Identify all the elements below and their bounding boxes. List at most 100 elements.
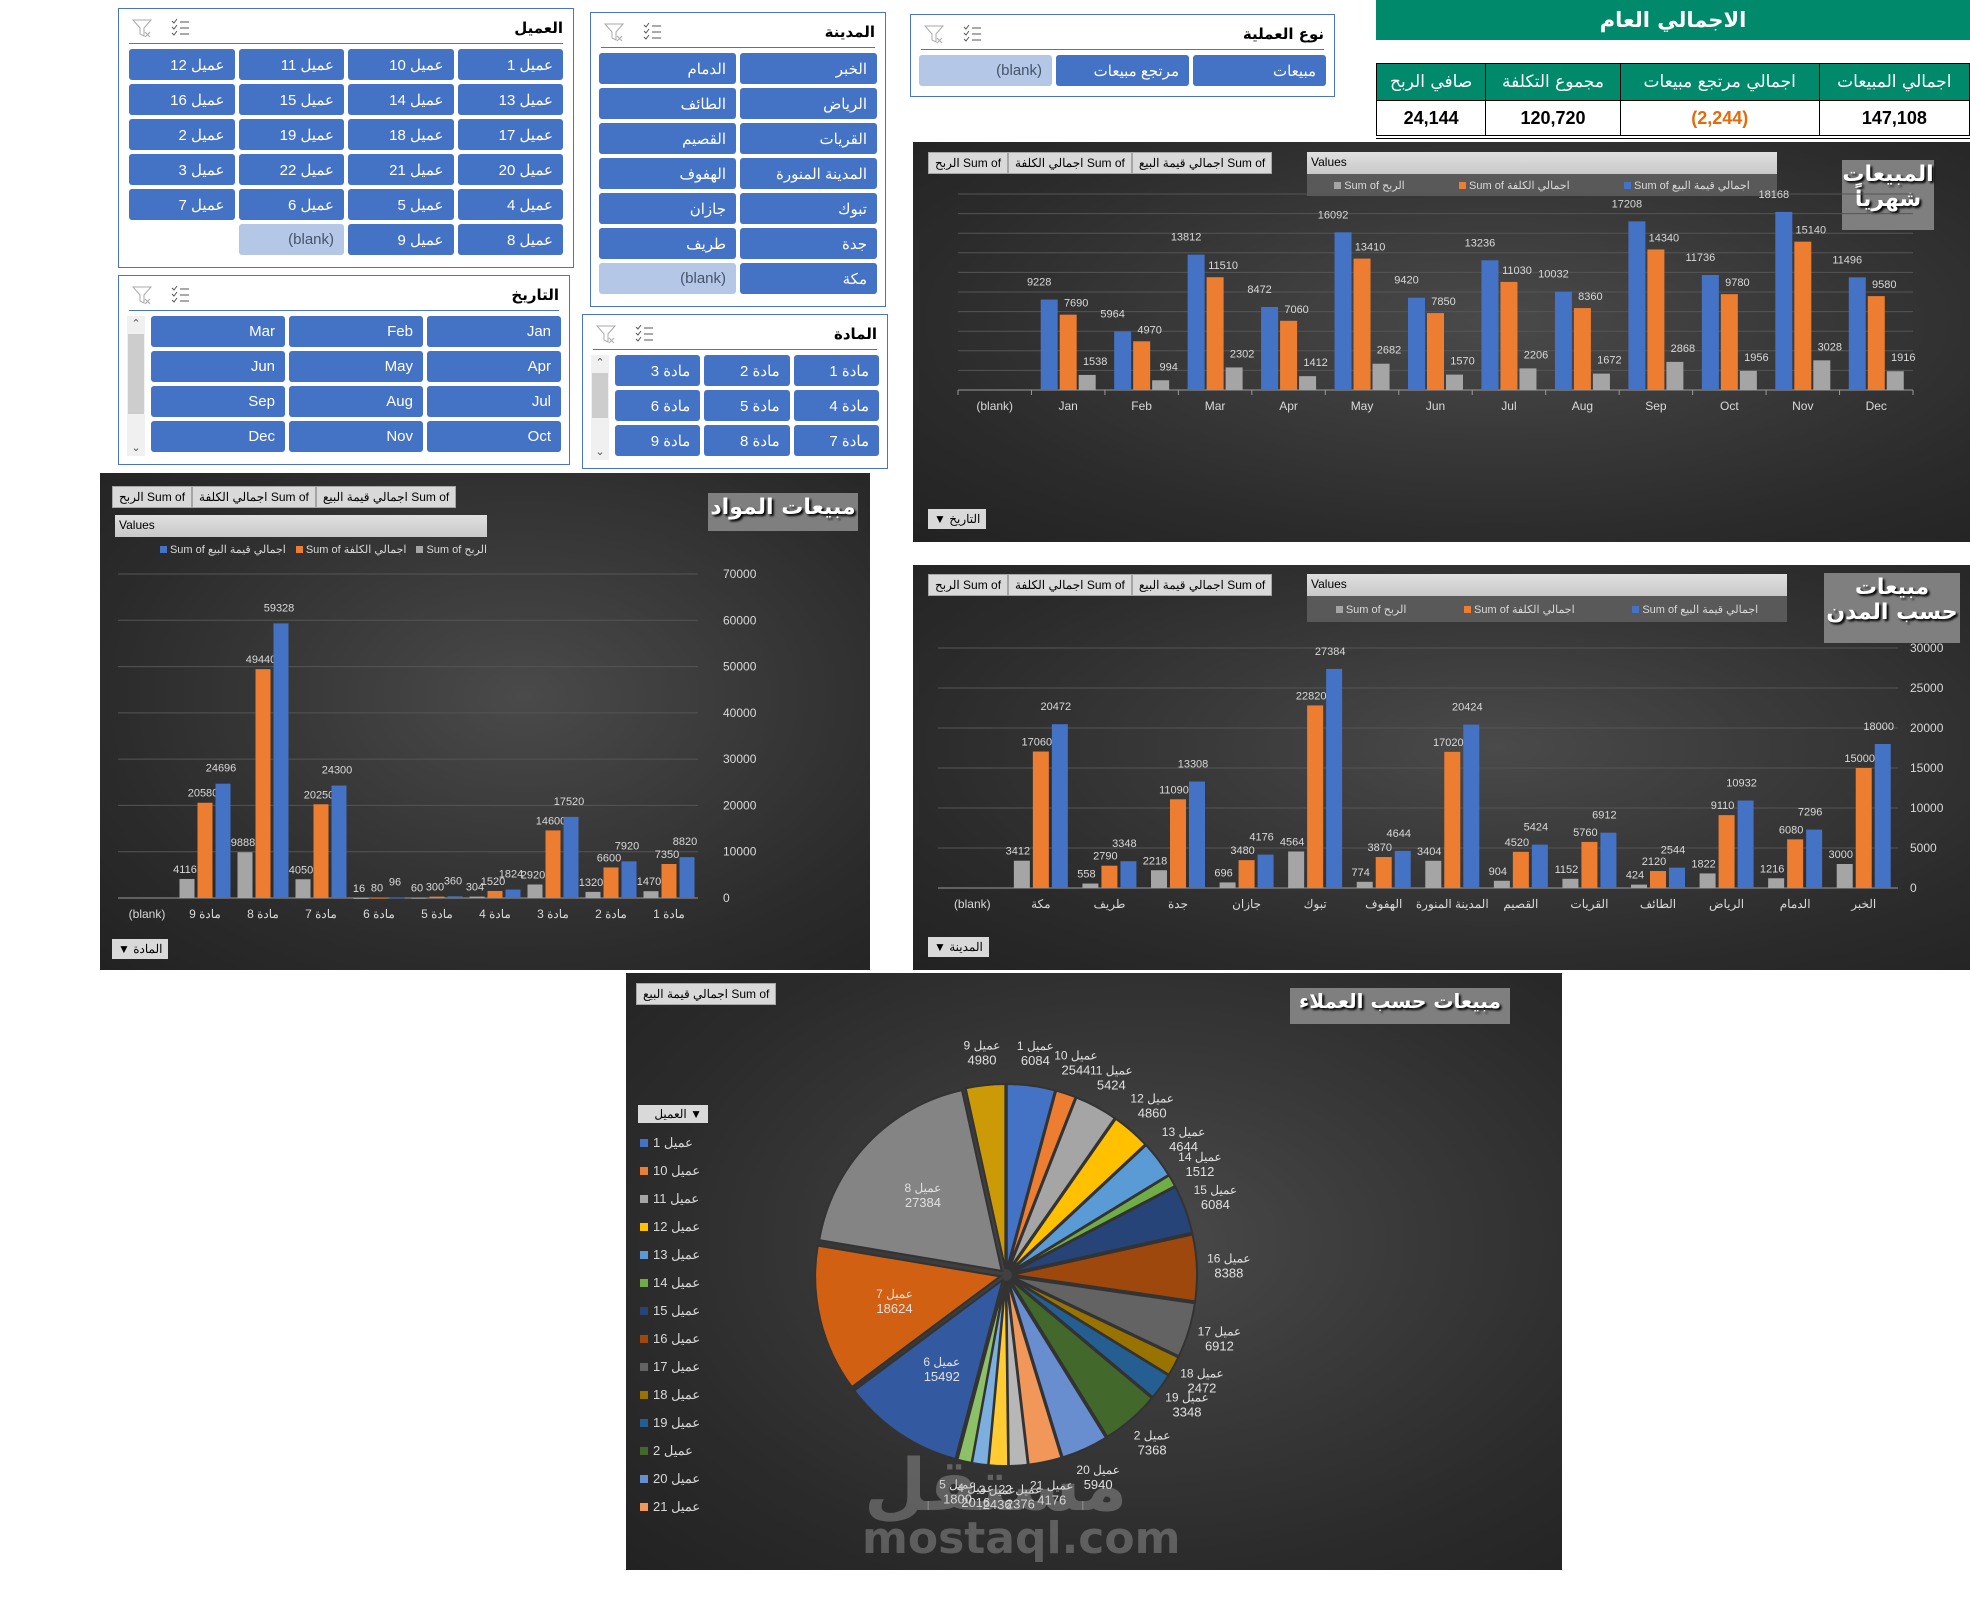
summary-value-row: 147,108 (2,244) 120,720 24,144 [1375, 100, 1970, 139]
multi-select-icon[interactable] [641, 21, 663, 43]
slicer-item[interactable]: مادة 5 [704, 390, 790, 421]
slicer-item[interactable]: جازان [599, 193, 736, 224]
bar [1187, 254, 1205, 390]
slicer-item[interactable]: الرياض [740, 88, 877, 119]
slicer-item[interactable]: (blank) [238, 224, 344, 255]
slicer-item[interactable]: Oct [427, 421, 561, 452]
slicer-item[interactable]: عميل 8 [457, 224, 563, 255]
slicer-item[interactable]: مادة 8 [704, 425, 790, 456]
slicer-item[interactable]: May [289, 351, 423, 382]
slicer-item[interactable]: عميل 13 [457, 84, 563, 115]
slicer-item[interactable]: (blank) [919, 55, 1052, 86]
slicer-item[interactable]: Jan [427, 316, 561, 347]
slicer-item[interactable]: Feb [289, 316, 423, 347]
slicer-item[interactable]: عميل 17 [457, 119, 563, 150]
filter-clear-icon[interactable] [131, 17, 153, 39]
slicer-item[interactable]: عميل 6 [238, 189, 344, 220]
data-label: 27384 [1315, 646, 1346, 658]
slicer-item[interactable]: عميل 5 [348, 189, 454, 220]
slicer-item[interactable]: عميل 3 [129, 154, 235, 185]
slicer-item[interactable]: طريف [599, 228, 736, 259]
slicer-item[interactable]: (blank) [599, 263, 736, 294]
data-label: 80 [371, 883, 383, 895]
filter-clear-icon[interactable] [595, 323, 617, 345]
slicer-item[interactable]: عميل 20 [457, 154, 563, 185]
slicer-item[interactable]: تبوك [740, 193, 877, 224]
scroll-down-icon[interactable]: ⌄ [127, 440, 145, 456]
slicer-item[interactable]: مادة 7 [793, 425, 879, 456]
slicer-item[interactable]: مادة 1 [793, 355, 879, 386]
slicer-item[interactable]: مادة 9 [615, 425, 701, 456]
scroll-up-icon[interactable]: ⌃ [591, 355, 609, 371]
slicer-item[interactable]: مكة [740, 263, 877, 294]
slicer-item[interactable]: Sep [151, 386, 285, 417]
slicer-item[interactable]: عميل 18 [348, 119, 454, 150]
slicer-item[interactable]: Dec [151, 421, 285, 452]
x-tick-label: الطائف [1640, 897, 1676, 911]
slicer-item[interactable]: Mar [151, 316, 285, 347]
slicer-item[interactable]: مادة 3 [615, 355, 701, 386]
slicer-item[interactable]: الدمام [599, 53, 736, 84]
slicer-scrollbar[interactable]: ⌃ ⌄ [127, 316, 145, 456]
slicer-item[interactable]: عميل 7 [129, 189, 235, 220]
bar [1855, 768, 1872, 888]
slicer-item[interactable]: عميل 9 [348, 224, 454, 255]
bar [1189, 781, 1205, 888]
bar [1059, 314, 1077, 390]
slicer-scrollbar[interactable]: ⌃ ⌄ [591, 355, 609, 460]
slicer-item[interactable]: القصيم [599, 123, 736, 154]
slicer-item[interactable]: مادة 2 [704, 355, 790, 386]
slicer-item[interactable]: Apr [427, 351, 561, 382]
slicer-item[interactable]: Aug [289, 386, 423, 417]
filter-clear-icon[interactable] [603, 21, 625, 43]
slicer-item[interactable]: عميل 22 [238, 154, 344, 185]
slicer-item[interactable]: عميل 4 [457, 189, 563, 220]
bar [295, 879, 311, 898]
x-tick-label: مادة 3 [537, 907, 569, 921]
legend-field-button[interactable]: ▼ العميل [638, 1105, 708, 1123]
slicer-item[interactable]: جدة [740, 228, 877, 259]
slicer-item[interactable]: عميل 1 [457, 49, 563, 80]
legend-label: عميل 15 [653, 1303, 701, 1318]
scroll-thumb[interactable] [128, 334, 144, 414]
multi-select-icon[interactable] [169, 17, 191, 39]
slicer-item[interactable]: عميل 10 [348, 49, 454, 80]
slicer-item[interactable]: Jul [427, 386, 561, 417]
slicer-item[interactable]: عميل 16 [129, 84, 235, 115]
slicer-item[interactable]: عميل 15 [238, 84, 344, 115]
axis-field-button[interactable]: المدينة ▼ [928, 937, 989, 957]
axis-field-button[interactable]: التاريخ ▼ [928, 509, 987, 529]
slicer-item[interactable]: مبيعات [1193, 55, 1326, 86]
slicer-item[interactable]: المدينة المنورة [740, 158, 877, 189]
slicer-item[interactable]: مادة 6 [615, 390, 701, 421]
slicer-item[interactable]: مادة 4 [793, 390, 879, 421]
x-tick-label: Sep [1645, 399, 1667, 413]
dropdown-arrow-icon: ▼ [934, 940, 946, 954]
bar [1372, 363, 1390, 390]
bar [1334, 232, 1352, 390]
slicer-item[interactable]: عميل 11 [238, 49, 344, 80]
value-total-returns: (2,244) [1619, 100, 1820, 139]
slicer-item[interactable]: الهفوف [599, 158, 736, 189]
slicer-item[interactable]: الطائف [599, 88, 736, 119]
filter-clear-icon[interactable] [131, 284, 153, 306]
slicer-item[interactable]: الخبر [740, 53, 877, 84]
slicer-item[interactable]: مرتجع مبيعات [1056, 55, 1189, 86]
slicer-item[interactable]: عميل 12 [129, 49, 235, 80]
chart-plot: عميل 16084 عميل 102544 عميل 115424عميل 124… [814, 1038, 1251, 1512]
axis-field-button[interactable]: المادة ▼ [112, 939, 169, 959]
slicer-item[interactable]: عميل 21 [348, 154, 454, 185]
slicer-item[interactable]: عميل 14 [348, 84, 454, 115]
multi-select-icon[interactable] [961, 23, 983, 45]
multi-select-icon[interactable] [633, 323, 655, 345]
multi-select-icon[interactable] [169, 284, 191, 306]
slicer-item[interactable]: القريات [740, 123, 877, 154]
scroll-down-icon[interactable]: ⌄ [591, 444, 609, 460]
slicer-item[interactable]: Nov [289, 421, 423, 452]
scroll-up-icon[interactable]: ⌃ [127, 316, 145, 332]
slicer-item[interactable]: عميل 19 [238, 119, 344, 150]
scroll-thumb[interactable] [592, 373, 608, 418]
slicer-item[interactable]: Jun [151, 351, 285, 382]
slicer-item[interactable]: عميل 2 [129, 119, 235, 150]
filter-clear-icon[interactable] [923, 23, 945, 45]
